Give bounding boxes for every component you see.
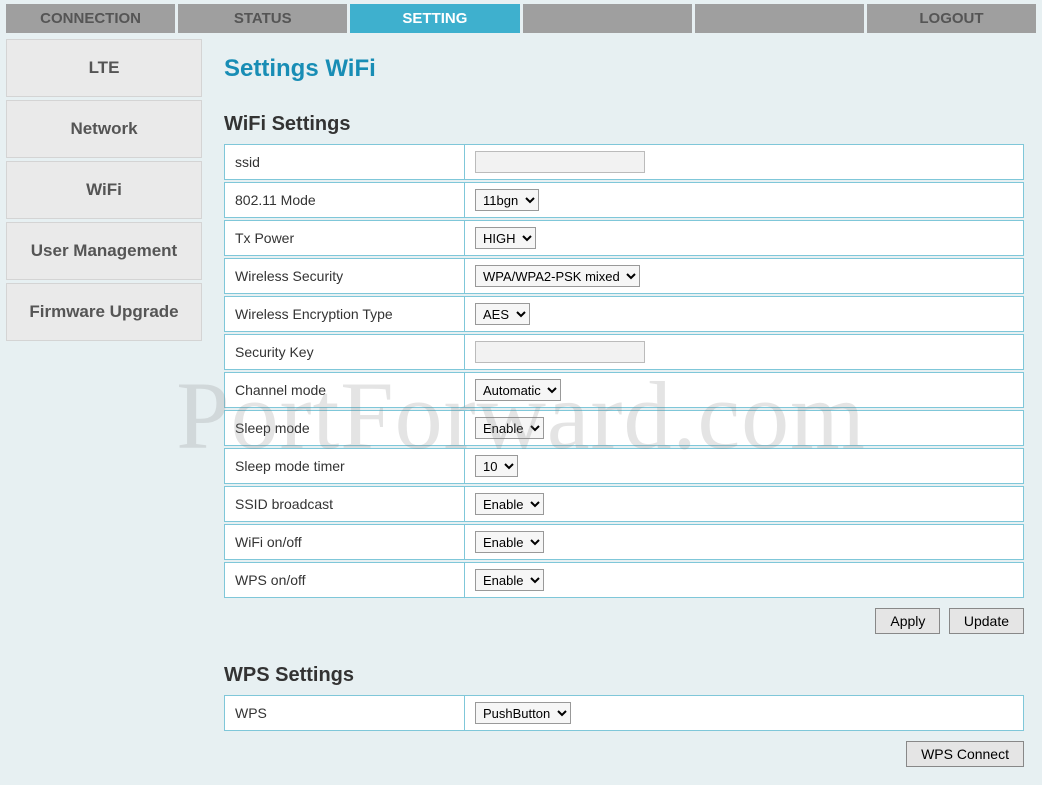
table-row: Wireless Security WPA/WPA2-PSK mixed: [224, 258, 1024, 294]
table-row: WPS PushButton: [224, 695, 1024, 731]
setting-label: WPS: [224, 695, 464, 731]
tab-status[interactable]: STATUS: [178, 4, 347, 33]
setting-select[interactable]: 10: [475, 455, 518, 477]
sidebar-item-lte[interactable]: LTE: [6, 39, 202, 97]
setting-value-cell: Enable: [464, 486, 1024, 522]
setting-select[interactable]: WPA/WPA2-PSK mixed: [475, 265, 640, 287]
top-nav: CONNECTION STATUS SETTING LOGOUT: [0, 0, 1042, 33]
setting-value-cell: Automatic: [464, 372, 1024, 408]
setting-select[interactable]: Enable: [475, 531, 544, 553]
table-row: 802.11 Mode 11bgn: [224, 182, 1024, 218]
setting-select[interactable]: Automatic: [475, 379, 561, 401]
tab-blank-1[interactable]: [523, 4, 692, 33]
table-row: Sleep mode Enable: [224, 410, 1024, 446]
setting-value-cell: 10: [464, 448, 1024, 484]
setting-value-cell: HIGH: [464, 220, 1024, 256]
table-row: Channel mode Automatic: [224, 372, 1024, 408]
setting-label: Wireless Encryption Type: [224, 296, 464, 332]
wifi-settings-table: ssid802.11 Mode 11bgn Tx Power HIGH Wireless…: [224, 142, 1024, 600]
setting-select[interactable]: Enable: [475, 417, 544, 439]
setting-input[interactable]: [475, 341, 645, 363]
setting-value-cell: PushButton: [464, 695, 1024, 731]
wifi-settings-title: WiFi Settings: [224, 113, 1024, 136]
sidebar-item-user-management[interactable]: User Management: [6, 222, 202, 280]
table-row: Tx Power HIGH: [224, 220, 1024, 256]
setting-value-cell: [464, 144, 1024, 180]
update-button[interactable]: Update: [949, 608, 1024, 634]
sidebar-item-wifi[interactable]: WiFi: [6, 161, 202, 219]
setting-label: Tx Power: [224, 220, 464, 256]
tab-blank-2[interactable]: [695, 4, 864, 33]
setting-select[interactable]: Enable: [475, 569, 544, 591]
setting-value-cell: Enable: [464, 524, 1024, 560]
setting-select[interactable]: AES: [475, 303, 530, 325]
setting-select[interactable]: 11bgn: [475, 189, 539, 211]
setting-value-cell: WPA/WPA2-PSK mixed: [464, 258, 1024, 294]
table-row: Sleep mode timer 10: [224, 448, 1024, 484]
table-row: Security Key: [224, 334, 1024, 370]
wps-buttons-row: WPS Connect: [224, 741, 1024, 767]
tab-connection[interactable]: CONNECTION: [6, 4, 175, 33]
table-row: WiFi on/off Enable: [224, 524, 1024, 560]
wps-connect-button[interactable]: WPS Connect: [906, 741, 1024, 767]
tab-logout[interactable]: LOGOUT: [867, 4, 1036, 33]
page-title: Settings WiFi: [224, 55, 1024, 83]
setting-select[interactable]: Enable: [475, 493, 544, 515]
setting-label: 802.11 Mode: [224, 182, 464, 218]
setting-select[interactable]: HIGH: [475, 227, 536, 249]
setting-label: Security Key: [224, 334, 464, 370]
setting-label: SSID broadcast: [224, 486, 464, 522]
apply-button[interactable]: Apply: [875, 608, 940, 634]
setting-value-cell: Enable: [464, 562, 1024, 598]
table-row: SSID broadcast Enable: [224, 486, 1024, 522]
main-content: Settings WiFi WiFi Settings ssid802.11 M…: [212, 39, 1036, 779]
setting-label: Wireless Security: [224, 258, 464, 294]
table-row: ssid: [224, 144, 1024, 180]
wifi-buttons-row: Apply Update: [224, 608, 1024, 634]
setting-label: Sleep mode timer: [224, 448, 464, 484]
setting-select[interactable]: PushButton: [475, 702, 571, 724]
setting-label: WiFi on/off: [224, 524, 464, 560]
table-row: Wireless Encryption Type AES: [224, 296, 1024, 332]
wps-settings-table: WPS PushButton: [224, 693, 1024, 733]
sidebar-item-firmware-upgrade[interactable]: Firmware Upgrade: [6, 283, 202, 341]
setting-input[interactable]: [475, 151, 645, 173]
setting-value-cell: Enable: [464, 410, 1024, 446]
setting-value-cell: AES: [464, 296, 1024, 332]
setting-label: Channel mode: [224, 372, 464, 408]
setting-label: Sleep mode: [224, 410, 464, 446]
setting-value-cell: [464, 334, 1024, 370]
setting-value-cell: 11bgn: [464, 182, 1024, 218]
sidebar: LTE Network WiFi User Management Firmwar…: [6, 39, 202, 779]
table-row: WPS on/off Enable: [224, 562, 1024, 598]
wps-settings-title: WPS Settings: [224, 664, 1024, 687]
sidebar-item-network[interactable]: Network: [6, 100, 202, 158]
tab-setting[interactable]: SETTING: [350, 4, 519, 33]
setting-label: ssid: [224, 144, 464, 180]
setting-label: WPS on/off: [224, 562, 464, 598]
